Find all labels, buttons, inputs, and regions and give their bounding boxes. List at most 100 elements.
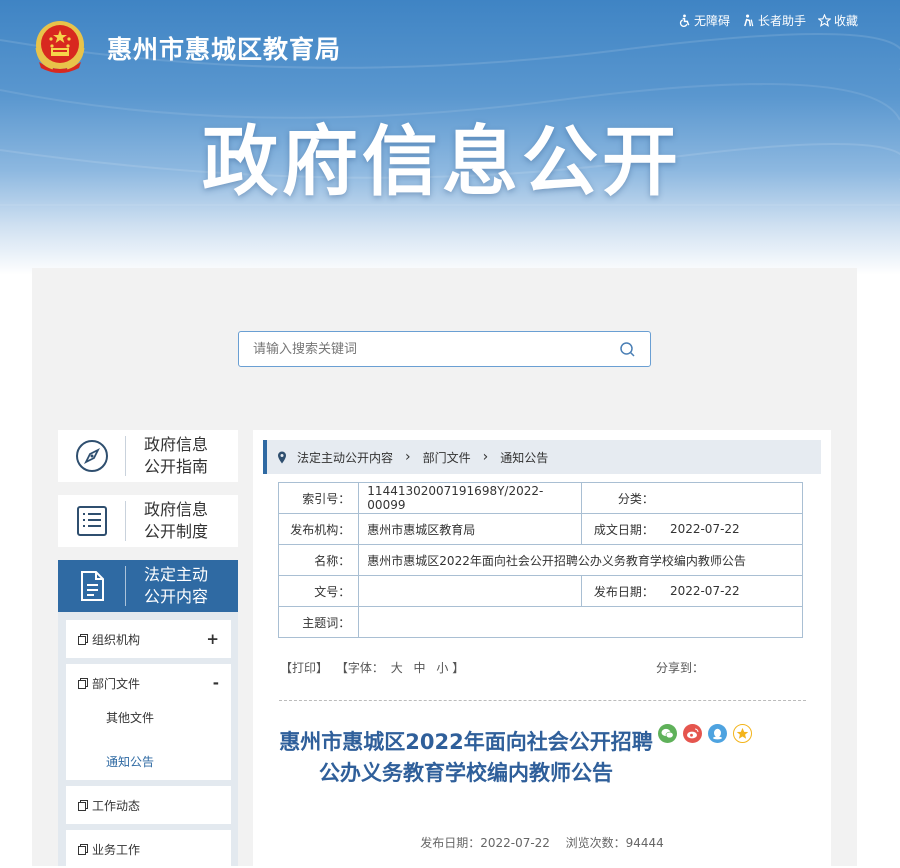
- meta-key: 分类：: [581, 482, 662, 514]
- sidebar-card-line1: 政府信息: [144, 435, 209, 454]
- sidebar-card-label: 政府信息 公开制度: [126, 499, 238, 543]
- weibo-share-icon[interactable]: [683, 724, 702, 743]
- meta-value-index: 11441302007191698Y/2022-00099: [358, 482, 583, 514]
- divider: [279, 700, 806, 701]
- document-icon: [80, 571, 104, 601]
- subnav-item-org[interactable]: 组织机构 +: [66, 620, 231, 658]
- sidebar-card-line1: 法定主动: [144, 565, 209, 584]
- weibo-glyph: [687, 728, 699, 739]
- font-small-button[interactable]: 小: [436, 661, 448, 675]
- breadcrumb-item-notice[interactable]: 通知公告: [500, 449, 548, 466]
- sidebar-card-line2: 公开内容: [144, 587, 209, 606]
- article-tools: 【打印】 【字体： 大 中 小 】: [280, 659, 464, 676]
- font-medium-button[interactable]: 中: [414, 661, 426, 675]
- meta-value-category: [661, 482, 803, 514]
- sidebar-card-icon-wrap: [58, 566, 126, 606]
- search-box: [238, 331, 651, 367]
- accessibility-link[interactable]: 无障碍: [678, 12, 730, 29]
- article-view-count: 浏览次数：94444: [565, 836, 664, 850]
- accessibility-icon: [679, 14, 690, 27]
- subnav-row[interactable]: 部门文件 -: [66, 664, 231, 702]
- subnav-label: 组织机构: [92, 632, 141, 647]
- subnav-item-business[interactable]: 业务工作: [66, 830, 231, 868]
- meta-value-name: 惠州市惠城区2022年面向社会公开招聘公办义务教育学校编内教师公告: [358, 544, 803, 576]
- banner-title: 政府信息公开: [0, 100, 900, 210]
- meta-value-subject: [358, 606, 803, 638]
- accessibility-label: 无障碍: [693, 14, 730, 28]
- breadcrumb: 法定主动公开内容 › 部门文件 › 通知公告: [263, 440, 821, 474]
- expand-icon[interactable]: +: [206, 630, 219, 648]
- qq-glyph: [713, 728, 722, 739]
- subnav-item-docs[interactable]: 部门文件 - 其他文件 通知公告: [66, 664, 231, 780]
- print-button[interactable]: 【打印】: [280, 661, 328, 675]
- font-size-label: 【字体：: [335, 661, 384, 675]
- sidebar-card-icon-wrap: [58, 436, 126, 476]
- meta-row: 名称： 惠州市惠城区2022年面向社会公开招聘公办义务教育学校编内教师公告: [277, 544, 803, 576]
- meta-key: 发布机构：: [277, 513, 360, 545]
- share-label: 分享到：: [656, 661, 705, 675]
- sidebar-subnav: 组织机构 + 部门文件 - 其他文件 通知公告 工作动态 业务工作: [58, 612, 238, 868]
- meta-key: 文号：: [277, 575, 360, 607]
- collapse-icon[interactable]: -: [213, 674, 219, 692]
- list-icon: [76, 506, 107, 536]
- sidebar-card-label: 政府信息 公开指南: [126, 434, 238, 478]
- article-title: 惠州市惠城区2022年面向社会公开招聘公办义务教育学校编内教师公告: [279, 730, 653, 785]
- sidebar-card-content[interactable]: 法定主动 公开内容: [58, 560, 238, 612]
- qq-share-icon[interactable]: [708, 724, 727, 743]
- meta-row: 索引号： 11441302007191698Y/2022-00099 分类：: [277, 482, 803, 514]
- header-banner: 惠州市惠城区教育局 无障碍 长者助手 收藏 政府信息公开: [0, 0, 900, 275]
- search-icon[interactable]: [619, 341, 636, 358]
- compass-icon: [75, 440, 108, 472]
- subnav-row[interactable]: 组织机构 +: [66, 620, 231, 658]
- elder-assist-icon: [744, 14, 754, 27]
- subnav-child-notice[interactable]: 通知公告: [66, 742, 231, 780]
- file-icon: [78, 633, 88, 645]
- subnav-row-left: 工作动态: [78, 797, 140, 814]
- subnav-child-other[interactable]: 其他文件: [66, 702, 231, 742]
- breadcrumb-item-content[interactable]: 法定主动公开内容: [297, 449, 393, 466]
- sidebar-card-line1: 政府信息: [144, 500, 209, 519]
- sidebar-card-guide[interactable]: 政府信息 公开指南: [58, 430, 238, 482]
- font-large-button[interactable]: 大: [391, 661, 403, 675]
- file-icon: [78, 843, 88, 855]
- qzone-glyph: [736, 727, 749, 739]
- favorite-link[interactable]: 收藏: [817, 12, 858, 29]
- main-container: 政府信息 公开指南 政府信息 公开制度: [32, 268, 857, 868]
- elder-assist-link[interactable]: 长者助手: [742, 12, 806, 29]
- meta-value-publish: 2022-07-22: [661, 575, 803, 607]
- search-input[interactable]: [251, 332, 611, 366]
- banner-title-text: 政府信息公开: [202, 117, 682, 206]
- star-icon: [817, 14, 831, 27]
- article-publish-info: 发布日期：2022-07-22 浏览次数：94444: [253, 834, 831, 851]
- sidebar-card-label: 法定主动 公开内容: [126, 564, 238, 608]
- subnav-row[interactable]: 工作动态: [66, 786, 231, 824]
- content-panel: 法定主动公开内容 › 部门文件 › 通知公告 索引号： 114413020071…: [253, 430, 831, 866]
- qzone-share-icon[interactable]: [733, 724, 752, 743]
- article-publish-date: 发布日期：2022-07-22: [420, 836, 550, 850]
- file-icon: [78, 677, 88, 689]
- file-icon: [78, 799, 88, 811]
- meta-row: 主题词：: [277, 606, 803, 638]
- subnav-label: 工作动态: [92, 798, 141, 813]
- meta-key: 索引号：: [277, 482, 360, 514]
- wechat-glyph: [661, 728, 674, 739]
- meta-value-created: 2022-07-22: [661, 513, 803, 545]
- share-icons: [658, 724, 752, 743]
- meta-value-docno: [358, 575, 583, 607]
- wechat-share-icon[interactable]: [658, 724, 677, 743]
- national-emblem-icon: [35, 21, 85, 73]
- font-size-close: 】: [452, 661, 465, 675]
- chevron-right-icon: ›: [482, 449, 489, 465]
- subnav-row-left: 部门文件: [78, 675, 140, 692]
- sidebar-card-system[interactable]: 政府信息 公开制度: [58, 495, 238, 547]
- subnav-row[interactable]: 业务工作: [66, 830, 231, 868]
- sidebar-card-icon-wrap: [58, 501, 126, 541]
- site-name: 惠州市惠城区教育局: [107, 35, 342, 64]
- subnav-item-news[interactable]: 工作动态: [66, 786, 231, 824]
- meta-value-org: 惠州市惠城区教育局: [358, 513, 583, 545]
- meta-key: 主题词：: [277, 606, 360, 638]
- meta-table: 索引号： 11441302007191698Y/2022-00099 分类： 发…: [277, 482, 803, 638]
- breadcrumb-item-docs[interactable]: 部门文件: [423, 449, 471, 466]
- elder-assist-label: 长者助手: [757, 14, 806, 28]
- favorite-label: 收藏: [833, 14, 858, 28]
